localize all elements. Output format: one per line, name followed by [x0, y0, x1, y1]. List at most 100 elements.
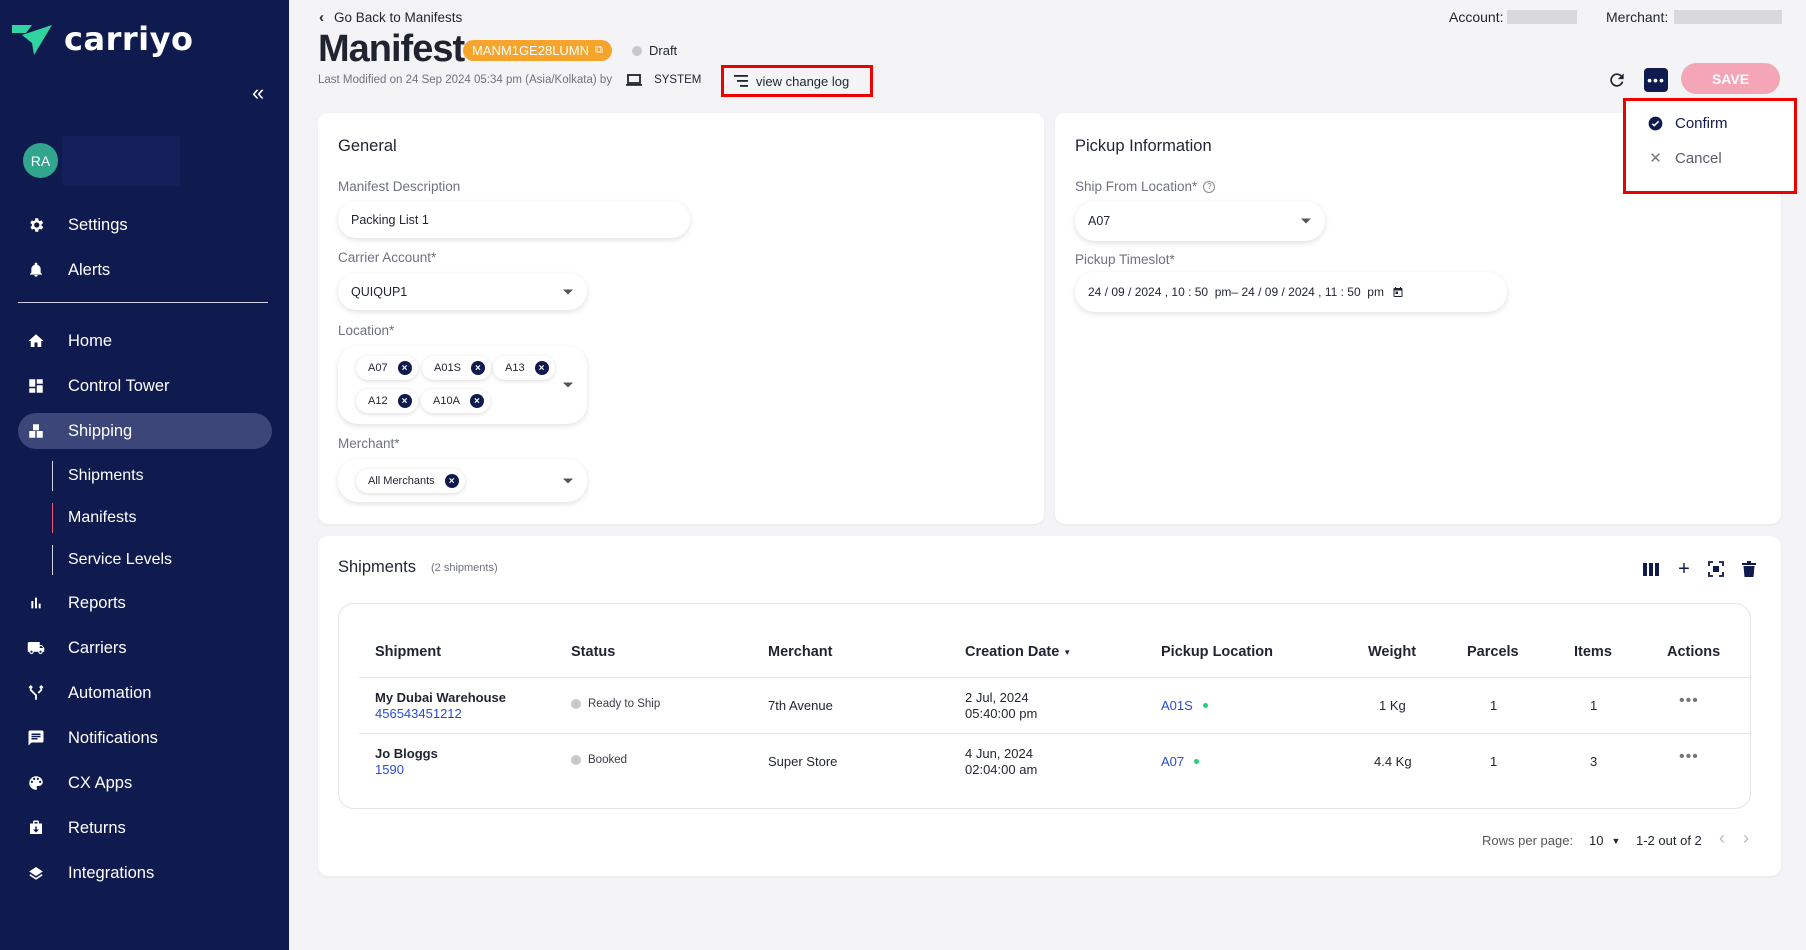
sub-nav-service-levels[interactable]: Service Levels: [52, 545, 172, 575]
modified-by-text: SYSTEM: [654, 74, 702, 86]
menu-item-cancel[interactable]: ✕ Cancel: [1648, 149, 1722, 168]
items-cell: 1: [1590, 698, 1598, 713]
nav-carriers[interactable]: Carriers: [18, 630, 272, 666]
column-header[interactable]: Items: [1574, 644, 1612, 660]
menu-item-confirm[interactable]: Confirm: [1648, 115, 1728, 132]
chevron-down-icon: [563, 382, 573, 388]
status-text: Draft: [649, 43, 678, 58]
help-icon[interactable]: ?: [1203, 180, 1216, 193]
shipment-id-link[interactable]: 1590: [375, 762, 404, 778]
status-dot: [571, 755, 581, 765]
weight-cell: 4.4 Kg: [1374, 754, 1412, 769]
remove-chip-icon[interactable]: ×: [444, 474, 459, 488]
column-header[interactable]: Pickup Location: [1161, 644, 1273, 660]
gear-icon: [26, 215, 46, 235]
status-dot: [632, 45, 642, 56]
shipments-table: Shipment Status Merchant Creation Date ▼…: [338, 603, 1751, 809]
add-icon[interactable]: +: [1673, 558, 1695, 580]
copy-icon[interactable]: ⧉: [595, 44, 603, 57]
nav-returns[interactable]: Returns: [18, 810, 272, 846]
sidebar: carriyo « RA Settings Alerts Home Contro…: [0, 0, 289, 950]
merchant-cell: 7th Avenue: [768, 698, 833, 713]
more-options-button[interactable]: •••: [1644, 68, 1668, 92]
nav-integrations[interactable]: Integrations: [18, 855, 272, 891]
logo[interactable]: carriyo: [12, 20, 193, 58]
columns-icon[interactable]: [1640, 558, 1662, 580]
general-title: General: [338, 137, 397, 155]
remove-chip-icon[interactable]: ×: [534, 361, 549, 375]
nav-label: Alerts: [68, 260, 111, 279]
remove-chip-icon[interactable]: ×: [470, 361, 485, 375]
next-page-icon[interactable]: ›: [1743, 828, 1749, 849]
merchant-selector[interactable]: Merchant:: [1606, 9, 1783, 25]
column-header[interactable]: Shipment: [375, 644, 441, 660]
calendar-icon[interactable]: [1392, 286, 1404, 298]
carrier-select[interactable]: QUIQUP1: [338, 273, 587, 310]
column-header[interactable]: Status: [571, 644, 615, 660]
general-card: General Manifest Description Packing Lis…: [318, 113, 1044, 524]
row-divider: [359, 677, 1751, 678]
back-label: Go Back to Manifests: [334, 10, 463, 25]
view-change-log-button[interactable]: view change log: [721, 65, 873, 97]
chevron-down-icon: [563, 478, 573, 483]
avatar[interactable]: RA: [23, 143, 58, 178]
bar-chart-icon: [26, 593, 46, 613]
nav-shipping[interactable]: Shipping: [18, 413, 272, 449]
nav-notifications[interactable]: Notifications: [18, 720, 272, 756]
remove-chip-icon[interactable]: ×: [397, 394, 412, 408]
row-actions-icon[interactable]: •••: [1679, 748, 1699, 766]
page-range: 1-2 out of 2: [1636, 833, 1702, 848]
nav-automation[interactable]: Automation: [18, 675, 272, 711]
rows-per-page-select[interactable]: 10 ▼: [1589, 833, 1620, 848]
column-header[interactable]: Parcels: [1467, 644, 1519, 660]
location-chip: A01S ×: [422, 356, 491, 380]
bell-icon: [26, 260, 46, 280]
save-button[interactable]: SAVE: [1681, 63, 1780, 94]
ship-from-value: A07: [1088, 214, 1111, 228]
column-header[interactable]: Merchant: [768, 644, 832, 660]
scan-icon[interactable]: [1705, 558, 1727, 580]
dashboard-icon: [26, 376, 46, 396]
nav-control-tower[interactable]: Control Tower: [18, 368, 272, 404]
timeslot-input[interactable]: 24 / 09 / 2024 , 10 : 50 pm– 24 / 09 / 2…: [1075, 272, 1507, 312]
last-modified-text: Last Modified on 24 Sep 2024 05:34 pm (A…: [318, 74, 613, 86]
chip-label: A13: [505, 362, 525, 374]
remove-chip-icon[interactable]: ×: [469, 394, 484, 408]
nav-settings[interactable]: Settings: [18, 207, 272, 243]
home-icon: [26, 331, 46, 351]
account-selector[interactable]: Account:: [1449, 9, 1578, 25]
pickup-location-link[interactable]: A01S: [1161, 698, 1208, 713]
column-header: Actions: [1667, 644, 1721, 660]
merchant-label: Merchant:: [1606, 9, 1669, 25]
manifest-id-badge[interactable]: MANM1GE28LUMN ⧉: [463, 40, 612, 61]
row-actions-icon[interactable]: •••: [1679, 692, 1699, 710]
laptop-icon: [626, 74, 643, 86]
column-header[interactable]: Weight: [1368, 644, 1416, 660]
refresh-icon[interactable]: [1607, 70, 1627, 90]
user-name-redacted: [62, 136, 180, 186]
collapse-sidebar-icon[interactable]: «: [252, 80, 264, 106]
chip-label: A01S: [434, 362, 461, 374]
column-header-sortable[interactable]: Creation Date ▼: [965, 644, 1071, 660]
prev-page-icon[interactable]: ‹: [1719, 828, 1725, 849]
shipment-id-link[interactable]: 456543451212: [375, 706, 462, 722]
location-chip: A13 ×: [493, 356, 555, 380]
chevron-left-icon: ‹: [319, 9, 324, 26]
nav-home[interactable]: Home: [18, 323, 272, 359]
return-box-icon: [26, 818, 46, 838]
shipment-name: My Dubai Warehouse: [375, 690, 506, 705]
remove-chip-icon[interactable]: ×: [397, 361, 412, 375]
back-link[interactable]: ‹ Go Back to Manifests: [319, 9, 462, 26]
merchant-label: Merchant*: [338, 436, 400, 451]
sub-nav-label: Shipments: [68, 467, 144, 484]
trash-icon[interactable]: [1738, 558, 1760, 580]
nav-reports[interactable]: Reports: [18, 585, 272, 621]
sub-nav-shipments[interactable]: Shipments: [52, 461, 144, 491]
pickup-location-link[interactable]: A07: [1161, 754, 1200, 769]
description-input[interactable]: Packing List 1: [338, 201, 690, 238]
truck-icon: [26, 638, 46, 658]
nav-cx-apps[interactable]: CX Apps: [18, 765, 272, 801]
ship-from-select[interactable]: A07: [1075, 201, 1325, 241]
sub-nav-manifests[interactable]: Manifests: [52, 503, 136, 533]
nav-alerts[interactable]: Alerts: [18, 252, 272, 288]
